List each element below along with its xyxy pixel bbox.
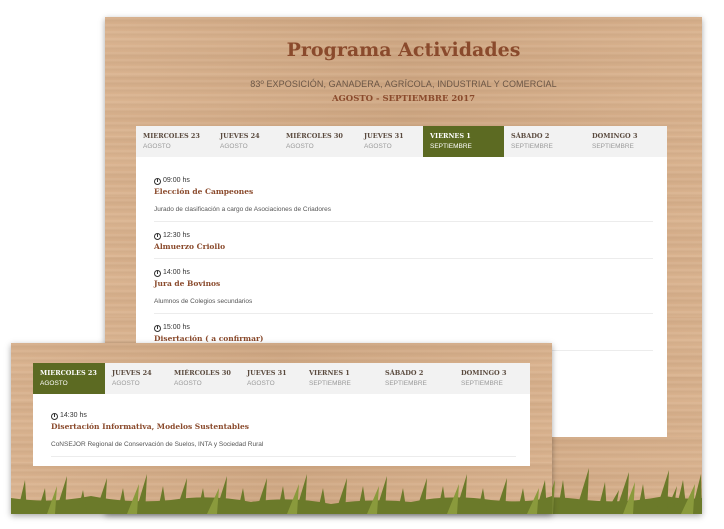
event-time-text: 09:00 hs	[163, 177, 190, 184]
tab-day-label: MIERCOLES 23	[40, 369, 97, 377]
tab-month-label: SEPTIEMBRE	[511, 143, 553, 150]
event-item: 09:00 hs Elección de Campeones Jurado de…	[154, 157, 653, 222]
event-description: CoNSEJOR Regional de Conservación de Sue…	[51, 441, 264, 448]
page-subtitle: 83º EXPOSICIÓN, GANADERA, AGRÍCOLA, INDU…	[250, 79, 557, 89]
tab-viernes-1[interactable]: VIERNES 1 SEPTIEMBRE	[423, 126, 504, 157]
tab-month-label: AGOSTO	[220, 143, 248, 150]
event-title: Jura de Bovinos	[154, 279, 221, 288]
event-time-text: 14:00 hs	[163, 269, 190, 276]
event-title: Almuerzo Criollo	[154, 242, 226, 251]
tab-day-label: SÁBADO 2	[385, 369, 424, 377]
tab-day-label: DOMINGO 3	[461, 369, 507, 377]
tab-month-label: AGOSTO	[286, 143, 314, 150]
tab-month-label: AGOSTO	[112, 380, 140, 387]
tab-jueves-31[interactable]: JUEVES 31 AGOSTO	[240, 363, 302, 394]
tab-sabado-2[interactable]: SÁBADO 2 SEPTIEMBRE	[504, 126, 585, 157]
event-title: Disertación Informativa, Modelos Sustent…	[51, 422, 249, 431]
tab-month-label: SEPTIEMBRE	[385, 380, 427, 387]
event-list: 09:00 hs Elección de Campeones Jurado de…	[136, 157, 667, 351]
tab-domingo-3[interactable]: DOMINGO 3 SEPTIEMBRE	[454, 363, 530, 394]
event-description: Alumnos de Colegios secundarios	[154, 298, 253, 305]
event-item: 14:00 hs Jura de Bovinos Alumnos de Cole…	[154, 259, 653, 314]
event-item: 14:30 hs Disertación Informativa, Modelo…	[51, 394, 516, 457]
tab-day-label: JUEVES 31	[247, 369, 287, 377]
page-title: Programa Actividades	[286, 39, 521, 61]
schedule-panel: MIERCOLES 23 AGOSTO JUEVES 24 AGOSTO MIÉ…	[33, 363, 530, 466]
tab-month-label: AGOSTO	[364, 143, 392, 150]
tab-month-label: SEPTIEMBRE	[592, 143, 634, 150]
event-time: 14:00 hs	[154, 268, 653, 278]
clock-icon	[154, 232, 161, 240]
clock-icon	[51, 412, 58, 420]
event-list: 14:30 hs Disertación Informativa, Modelo…	[33, 394, 530, 457]
event-time: 15:00 hs	[154, 323, 653, 333]
day-tabs: MIERCOLES 23 AGOSTO JUEVES 24 AGOSTO MIÉ…	[33, 363, 530, 394]
tab-miercoles-23[interactable]: MIERCOLES 23 AGOSTO	[136, 126, 213, 157]
tab-jueves-24[interactable]: JUEVES 24 AGOSTO	[213, 126, 279, 157]
tab-sabado-2[interactable]: SÁBADO 2 SEPTIEMBRE	[378, 363, 454, 394]
event-title: Elección de Campeones	[154, 187, 254, 196]
tab-day-label: JUEVES 24	[220, 132, 260, 140]
event-time: 09:00 hs	[154, 176, 653, 186]
tab-month-label: AGOSTO	[40, 380, 68, 387]
grass-decoration	[11, 474, 552, 514]
tab-viernes-1[interactable]: VIERNES 1 SEPTIEMBRE	[302, 363, 378, 394]
tab-miercoles-23[interactable]: MIERCOLES 23 AGOSTO	[33, 363, 105, 394]
tab-month-label: SEPTIEMBRE	[430, 143, 472, 150]
front-schedule-card: MIERCOLES 23 AGOSTO JUEVES 24 AGOSTO MIÉ…	[11, 343, 552, 514]
tab-miercoles-30[interactable]: MIÉRCOLES 30 AGOSTO	[167, 363, 240, 394]
tab-day-label: VIERNES 1	[430, 132, 471, 140]
tab-day-label: DOMINGO 3	[592, 132, 638, 140]
event-description: Jurado de clasificación a cargo de Asoci…	[154, 206, 332, 213]
tab-domingo-3[interactable]: DOMINGO 3 SEPTIEMBRE	[585, 126, 667, 157]
event-time-text: 12:30 hs	[163, 232, 190, 239]
event-time: 14:30 hs	[51, 411, 516, 421]
tab-month-label: AGOSTO	[247, 380, 275, 387]
clock-icon	[154, 269, 161, 277]
tab-month-label: AGOSTO	[174, 380, 202, 387]
event-time-text: 14:30 hs	[60, 412, 87, 419]
event-time-text: 15:00 hs	[163, 324, 190, 331]
day-tabs: MIERCOLES 23 AGOSTO JUEVES 24 AGOSTO MIÉ…	[136, 126, 667, 157]
tab-jueves-24[interactable]: JUEVES 24 AGOSTO	[105, 363, 167, 394]
tab-day-label: MIÉRCOLES 30	[174, 369, 231, 377]
tab-day-label: JUEVES 24	[112, 369, 152, 377]
tab-day-label: JUEVES 31	[364, 132, 404, 140]
clock-icon	[154, 324, 161, 332]
tab-miercoles-30[interactable]: MIÉRCOLES 30 AGOSTO	[279, 126, 357, 157]
tab-day-label: SÁBADO 2	[511, 132, 550, 140]
tab-month-label: AGOSTO	[143, 143, 171, 150]
tab-month-label: SEPTIEMBRE	[309, 380, 351, 387]
clock-icon	[154, 177, 161, 185]
tab-month-label: SEPTIEMBRE	[461, 380, 503, 387]
event-time: 12:30 hs	[154, 231, 653, 241]
tab-day-label: VIERNES 1	[309, 369, 350, 377]
tab-day-label: MIERCOLES 23	[143, 132, 200, 140]
tab-day-label: MIÉRCOLES 30	[286, 132, 343, 140]
date-range: AGOSTO - SEPTIEMBRE 2017	[331, 94, 476, 104]
tab-jueves-31[interactable]: JUEVES 31 AGOSTO	[357, 126, 423, 157]
event-item: 12:30 hs Almuerzo Criollo	[154, 222, 653, 259]
